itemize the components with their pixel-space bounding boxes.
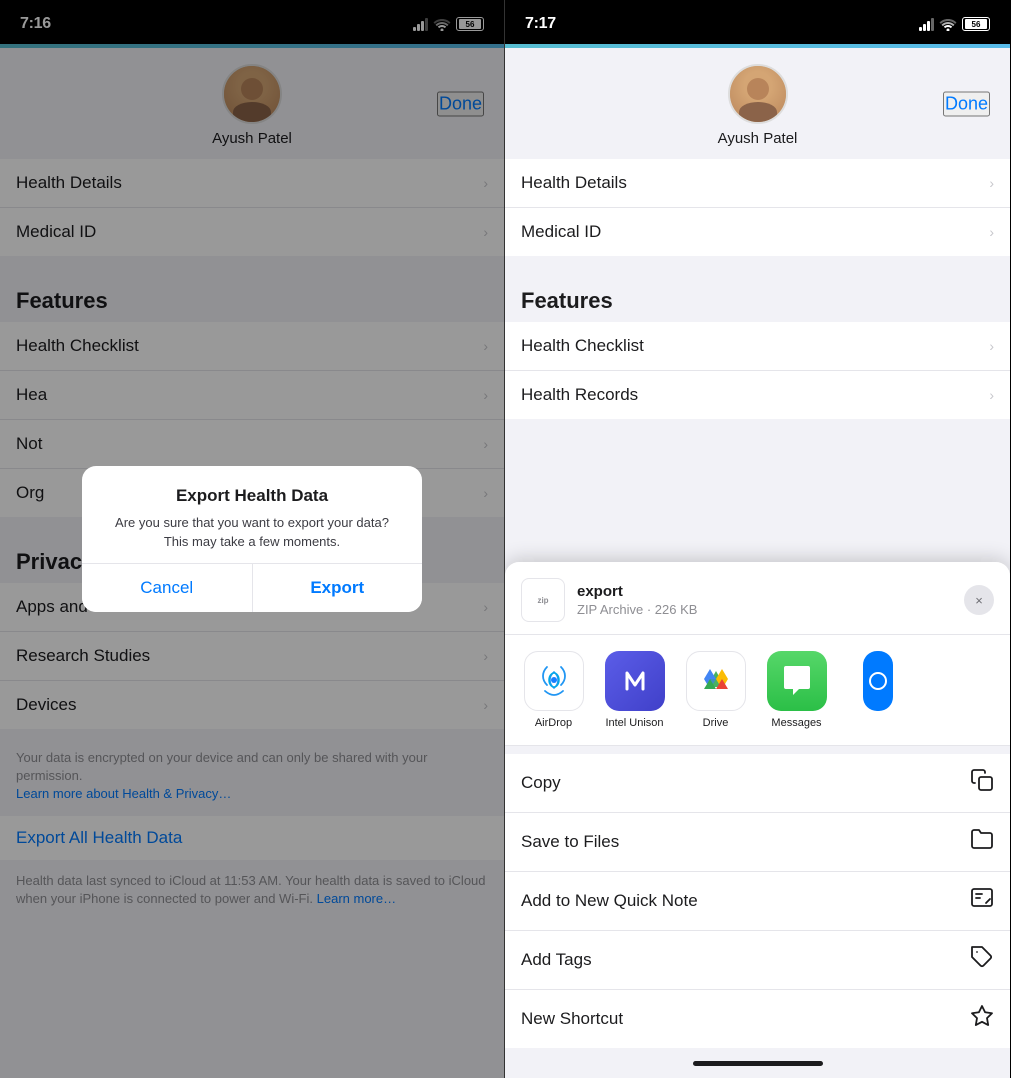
health-details-item-right[interactable]: Health Details › bbox=[505, 159, 1010, 208]
add-quick-note-label: Add to New Quick Note bbox=[521, 891, 698, 911]
save-to-files-label: Save to Files bbox=[521, 832, 619, 852]
battery-right: 56 bbox=[962, 17, 990, 31]
modal-body: Export Health Data Are you sure that you… bbox=[82, 466, 422, 562]
avatar-right bbox=[728, 64, 788, 124]
add-tags-label: Add Tags bbox=[521, 950, 592, 970]
share-apps-row: AirDrop Intel Unison bbox=[505, 635, 1010, 746]
zip-file-icon: zip bbox=[521, 578, 565, 622]
close-share-button[interactable]: × bbox=[964, 585, 994, 615]
health-checklist-right[interactable]: Health Checklist › bbox=[505, 322, 1010, 371]
new-shortcut-action[interactable]: New Shortcut bbox=[505, 990, 1010, 1048]
partial-app-icon bbox=[868, 671, 888, 691]
file-name: export bbox=[577, 583, 964, 600]
unison-app[interactable]: Intel Unison bbox=[602, 651, 667, 729]
home-indicator-right bbox=[505, 1048, 1010, 1078]
airdrop-label: AirDrop bbox=[535, 717, 572, 729]
chevron-icon: › bbox=[989, 338, 994, 354]
user-name-right: Ayush Patel bbox=[718, 130, 798, 147]
left-phone-panel: 7:16 56 bbox=[0, 0, 505, 1078]
share-actions-list: Copy Save to Files Add to New Quick bbox=[505, 754, 1010, 1048]
new-shortcut-label: New Shortcut bbox=[521, 1009, 623, 1029]
profile-header-right: Ayush Patel Done bbox=[505, 48, 1010, 159]
quick-note-icon bbox=[970, 886, 994, 916]
modal-title: Export Health Data bbox=[102, 486, 402, 506]
cancel-button[interactable]: Cancel bbox=[82, 564, 253, 612]
home-bar bbox=[693, 1061, 823, 1066]
features-header-right: Features bbox=[505, 264, 1010, 322]
more-app[interactable] bbox=[845, 651, 910, 729]
time-right: 7:17 bbox=[525, 15, 556, 33]
airdrop-app[interactable]: AirDrop bbox=[521, 651, 586, 729]
folder-icon bbox=[970, 827, 994, 857]
airdrop-icon bbox=[524, 651, 584, 711]
export-modal: Export Health Data Are you sure that you… bbox=[82, 466, 422, 611]
messages-app[interactable]: Messages bbox=[764, 651, 829, 729]
file-meta: ZIP Archive · 226 KB bbox=[577, 602, 964, 617]
drive-app[interactable]: Drive bbox=[683, 651, 748, 729]
right-phone-panel: 7:17 56 bbox=[505, 0, 1010, 1078]
copy-action[interactable]: Copy bbox=[505, 754, 1010, 813]
signal-right bbox=[919, 18, 934, 31]
medical-id-item-right[interactable]: Medical ID › bbox=[505, 208, 1010, 256]
export-button[interactable]: Export bbox=[253, 564, 423, 612]
features-list-right: Health Checklist › Health Records › bbox=[505, 322, 1010, 419]
unison-icon bbox=[605, 651, 665, 711]
status-icons-right: 56 bbox=[919, 17, 990, 31]
chevron-icon: › bbox=[989, 387, 994, 403]
share-sheet-header: zip export ZIP Archive · 226 KB × bbox=[505, 562, 1010, 635]
save-to-files-action[interactable]: Save to Files bbox=[505, 813, 1010, 872]
drive-label: Drive bbox=[703, 717, 729, 729]
add-tags-action[interactable]: Add Tags bbox=[505, 931, 1010, 990]
shortcut-icon bbox=[970, 1004, 994, 1034]
unison-label: Intel Unison bbox=[605, 717, 663, 729]
copy-label: Copy bbox=[521, 773, 561, 793]
tag-icon bbox=[970, 945, 994, 975]
done-button-right[interactable]: Done bbox=[943, 91, 990, 116]
modal-overlay: Export Health Data Are you sure that you… bbox=[0, 0, 504, 1078]
messages-label: Messages bbox=[771, 717, 821, 729]
add-quick-note-action[interactable]: Add to New Quick Note bbox=[505, 872, 1010, 931]
share-sheet: zip export ZIP Archive · 226 KB × bbox=[505, 562, 1010, 1078]
wifi-icon-right bbox=[939, 18, 957, 31]
chevron-icon: › bbox=[989, 175, 994, 191]
modal-message: Are you sure that you want to export you… bbox=[102, 514, 402, 550]
messages-icon bbox=[767, 651, 827, 711]
drive-icon bbox=[686, 651, 746, 711]
health-records-right[interactable]: Health Records › bbox=[505, 371, 1010, 419]
file-info: export ZIP Archive · 226 KB bbox=[577, 583, 964, 617]
modal-buttons: Cancel Export bbox=[82, 563, 422, 612]
main-menu-right: Health Details › Medical ID › bbox=[505, 159, 1010, 256]
chevron-icon: › bbox=[989, 224, 994, 240]
status-bar-right: 7:17 56 bbox=[505, 0, 1010, 44]
copy-icon bbox=[970, 768, 994, 798]
